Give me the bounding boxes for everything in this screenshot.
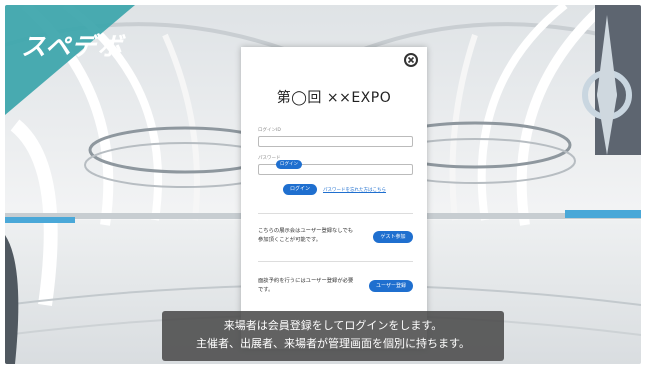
login-tooltip: ログイン [276, 160, 302, 169]
caption-line-1: 来場者は会員登録をしてログインをします。 [223, 319, 443, 332]
guest-description: こちらの展示会はユーザー登録なしでも参加頂くことが可能です。 [258, 228, 354, 243]
brand-logo: スペデボ [21, 32, 124, 61]
app-frame: スペデボ 第◯回 ××EXPO ログインID パスワード ログイン ログイン パ… [5, 5, 641, 364]
caption-line-2: 主催者、出展者、来場者が管理画面を個別に持ちます。 [196, 337, 470, 350]
guest-join-button[interactable]: ゲスト参加 [373, 231, 413, 243]
event-title: 第◯回 ××EXPO [276, 90, 392, 106]
caption-overlay: 来場者は会員登録をしてログインをします。 主催者、出展者、来場者が管理画面を個別… [162, 311, 504, 361]
login-dialog: 第◯回 ××EXPO ログインID パスワード ログイン ログイン パスワードを… [241, 47, 427, 349]
login-id-label: ログインID [258, 128, 281, 133]
close-circle-icon[interactable] [404, 53, 418, 67]
divider [258, 261, 413, 262]
register-button[interactable]: ユーザー登録 [369, 280, 413, 292]
forgot-password-link[interactable]: パスワードを忘れた方はこちら [323, 187, 386, 193]
close-x-icon [407, 56, 415, 64]
login-button[interactable]: ログイン [283, 184, 317, 195]
login-id-input[interactable] [258, 136, 413, 147]
register-description: 面談予約を行うにはユーザー登録が必要です。 [258, 278, 354, 293]
divider [258, 213, 413, 214]
